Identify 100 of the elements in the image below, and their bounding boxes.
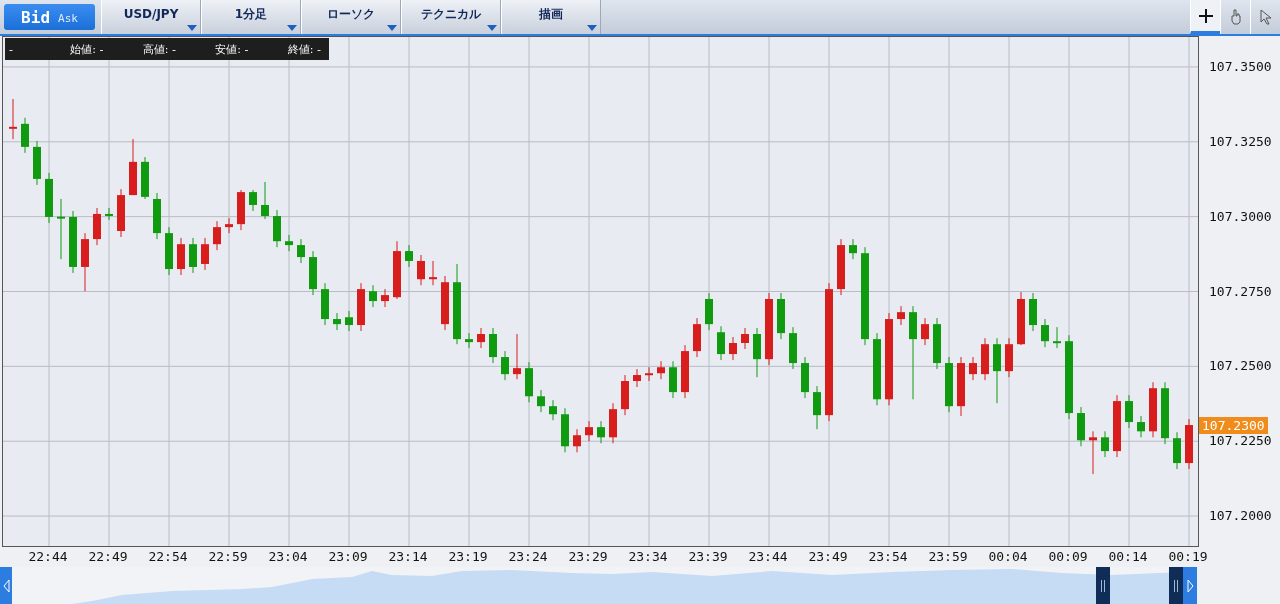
dropdown-button[interactable]: USD/JPY: [101, 0, 201, 34]
time-axis-label: 22:59: [207, 548, 249, 566]
time-axis-label: 22:44: [27, 548, 69, 566]
time-axis-label: 23:44: [747, 548, 789, 566]
ohlc-value-text: 高値: -: [141, 41, 177, 57]
price-axis-label: 107.2250: [1208, 432, 1272, 451]
candlestick: [105, 207, 113, 221]
range-handle[interactable]: [1096, 567, 1110, 604]
grip-icon: [1101, 579, 1105, 592]
candlestick: [381, 288, 389, 308]
scroll-left-button[interactable]: [0, 567, 12, 604]
candlestick: [21, 117, 29, 154]
candlestick: [429, 260, 437, 286]
candlestick: [333, 312, 341, 331]
candlestick: [813, 385, 821, 430]
candlestick: [369, 284, 377, 308]
candlestick: [729, 336, 737, 361]
range-handle[interactable]: [1169, 567, 1183, 604]
candlestick: [477, 327, 485, 349]
time-axis-label: 23:39: [687, 548, 729, 566]
current-price-tag: 107.2300: [1199, 417, 1268, 434]
candlestick: [297, 238, 305, 264]
candlestick: [921, 317, 929, 346]
price-toggle-option[interactable]: Ask: [58, 9, 78, 25]
time-axis-label: 23:24: [507, 548, 549, 566]
candlestick: [969, 356, 977, 381]
grip-icon: [1174, 579, 1178, 592]
candlestick: [741, 327, 749, 350]
candlestick: [513, 333, 521, 380]
price-axis-label: 107.2750: [1208, 282, 1272, 301]
dropdown-button[interactable]: ローソク: [301, 0, 401, 34]
candlestick: [1053, 326, 1061, 349]
candlestick: [345, 310, 353, 332]
candlestick: [57, 198, 65, 260]
caret-icon: [187, 25, 197, 31]
candlestick: [405, 244, 413, 268]
candlestick: [489, 327, 497, 364]
candlestick: [9, 98, 17, 140]
left-triangle-icon: [2, 578, 10, 593]
time-axis-label: 23:14: [387, 548, 429, 566]
candlestick: [1041, 318, 1049, 348]
ohlc-lead-text: -: [9, 42, 14, 56]
caret-icon: [487, 25, 497, 31]
time-axis-label: 22:49: [87, 548, 129, 566]
candlestick: [1137, 415, 1145, 438]
dropdown-button[interactable]: 描画: [501, 0, 601, 34]
candlestick: [261, 181, 269, 220]
caret-icon: [387, 25, 397, 31]
candlestick: [465, 332, 473, 349]
time-axis-label: 23:29: [567, 548, 609, 566]
ohlc-value-text: 始値: -: [69, 41, 105, 57]
time-axis-label: 23:54: [867, 548, 909, 566]
time-axis-label: 22:54: [147, 548, 189, 566]
bid-ask-toggle[interactable]: Bid Ask: [4, 4, 95, 30]
candlestick: [537, 389, 545, 413]
tool-button[interactable]: [1190, 0, 1220, 34]
right-triangle-icon: [1186, 578, 1194, 593]
candlestick: [225, 217, 233, 234]
candlestick: [1089, 430, 1097, 475]
time-axis-label: 23:04: [267, 548, 309, 566]
time-axis-label: 23:34: [627, 548, 669, 566]
candlestick: [573, 428, 581, 453]
candlestick: [645, 366, 653, 382]
hand-icon: [1229, 9, 1242, 25]
candlestick: [585, 420, 593, 442]
candlestick: [897, 305, 905, 326]
candlestick: [717, 325, 725, 361]
caret-icon: [287, 25, 297, 31]
time-axis-label: 00:19: [1167, 548, 1209, 566]
time-axis-label: 00:04: [987, 548, 1029, 566]
candlestick: [285, 234, 293, 252]
candlestick: [597, 420, 605, 444]
candlestick: [849, 238, 857, 260]
candlestick: [1125, 394, 1133, 429]
price-axis-label: 107.2500: [1208, 357, 1272, 376]
price-axis-label: 107.3250: [1208, 132, 1272, 151]
time-axis-label: 23:19: [447, 548, 489, 566]
time-axis-label: 23:49: [807, 548, 849, 566]
candlestick: [417, 254, 425, 286]
time-axis-label: 23:59: [927, 548, 969, 566]
candlestick: [1101, 430, 1109, 458]
dropdown-button[interactable]: 1分足: [201, 0, 301, 34]
candlestick: [189, 237, 197, 274]
price-axis-label: 107.2000: [1208, 507, 1272, 526]
candlestick: [213, 220, 221, 251]
price-toggle-option[interactable]: Bid: [21, 7, 50, 27]
dropdown-button[interactable]: テクニカル: [401, 0, 501, 34]
candlestick: [549, 399, 557, 421]
candlestick: [201, 237, 209, 271]
time-axis-label: 23:09: [327, 548, 369, 566]
candlestick: [501, 350, 509, 381]
candlestick: [633, 368, 641, 388]
candlestick: [657, 360, 665, 380]
crosshair-icon: [1198, 8, 1213, 23]
caret-icon: [587, 25, 597, 31]
price-axis-label: 107.3000: [1208, 207, 1272, 226]
candlestick: [249, 189, 257, 212]
ohlc-value-text: 終値: -: [286, 41, 322, 57]
time-axis-label: 00:14: [1107, 548, 1149, 566]
pointer-icon: [1258, 9, 1273, 25]
